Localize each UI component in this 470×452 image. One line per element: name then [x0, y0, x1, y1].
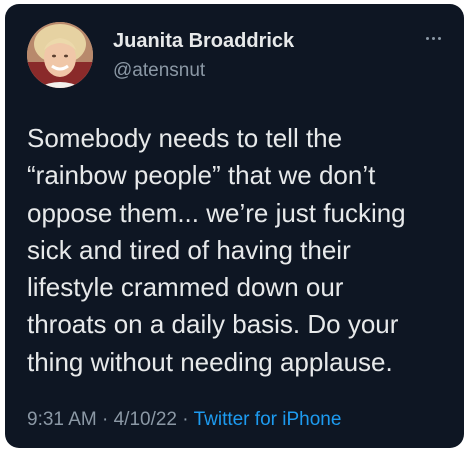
tweet-line: thing without needing applause.	[27, 346, 393, 377]
more-dot	[432, 37, 435, 40]
tweet-line: lifestyle crammed down our	[27, 272, 344, 303]
tweet-source-link[interactable]: Twitter for iPhone	[194, 409, 342, 430]
separator: ·	[177, 409, 194, 430]
tweet-date[interactable]: 4/10/22	[114, 409, 177, 430]
tweet-line: Somebody needs to tell the	[27, 123, 343, 153]
avatar[interactable]	[27, 22, 93, 88]
tweet-text: Somebody needs to tell the “rainbow peop…	[27, 120, 452, 381]
more-horizontal-icon[interactable]	[423, 34, 447, 44]
tweet-time[interactable]: 9:31 AM	[27, 409, 97, 430]
separator: ·	[96, 409, 114, 430]
tweet-line: throats on a daily basis. Do your	[27, 309, 399, 340]
more-dot	[426, 37, 429, 40]
tweet-line: sick and tired of having their	[27, 234, 351, 265]
author-name[interactable]: Juanita Broaddrick	[113, 30, 294, 53]
tweet-line: “rainbow people” that we don’t	[27, 160, 376, 191]
tweet-header: Juanita Broaddrick @atensnut	[5, 4, 464, 104]
more-dot	[438, 37, 441, 40]
tweet-line: oppose them... we’re just fucking	[27, 197, 406, 228]
tweet-metadata: 9:31 AM · 4/10/22 · Twitter for iPhone	[27, 409, 341, 431]
tweet-card: Juanita Broaddrick @atensnut Somebody ne…	[5, 4, 464, 448]
author-handle[interactable]: @atensnut	[113, 60, 205, 82]
